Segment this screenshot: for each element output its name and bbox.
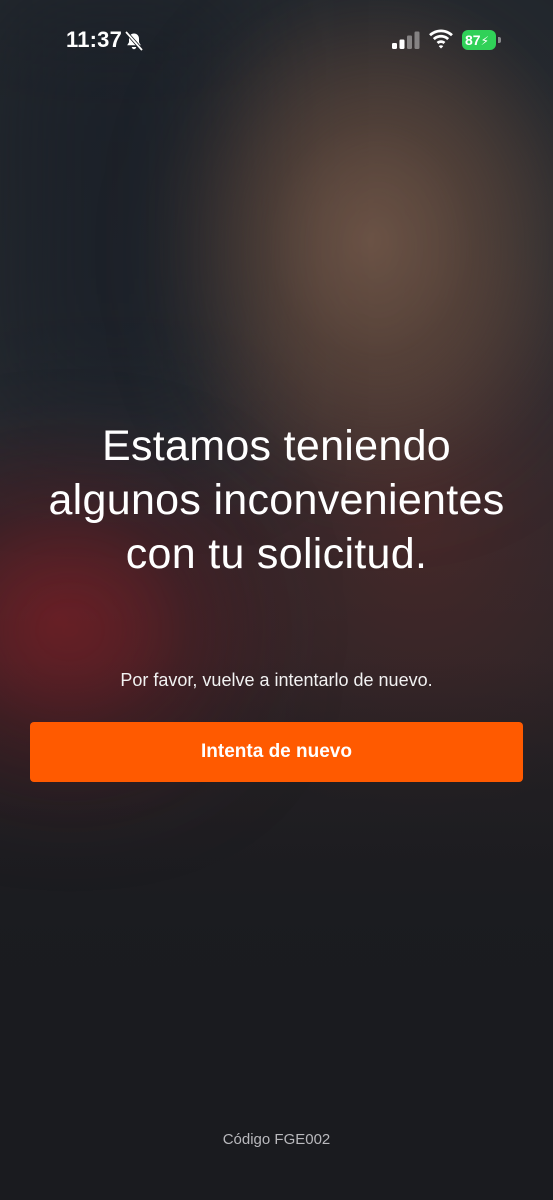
error-code: Código FGE002 xyxy=(222,1131,331,1148)
status-bar: 11:37 87⚡ xyxy=(0,0,553,84)
retry-button[interactable]: Intenta de nuevo xyxy=(30,722,523,782)
status-time: 11:37 xyxy=(66,27,123,52)
wifi-icon xyxy=(429,29,453,49)
signal-icon xyxy=(392,31,420,49)
blurred-background-image xyxy=(0,0,553,1200)
error-message: Por favor, vuelve a intentarlo de nuevo. xyxy=(120,670,433,690)
bell-slash-icon xyxy=(125,31,143,51)
battery-level: 87 xyxy=(465,32,481,48)
error-headline: Estamos teniendo algunos inconvenientes … xyxy=(48,422,505,578)
battery-charging-icon: 87⚡ xyxy=(462,30,501,50)
